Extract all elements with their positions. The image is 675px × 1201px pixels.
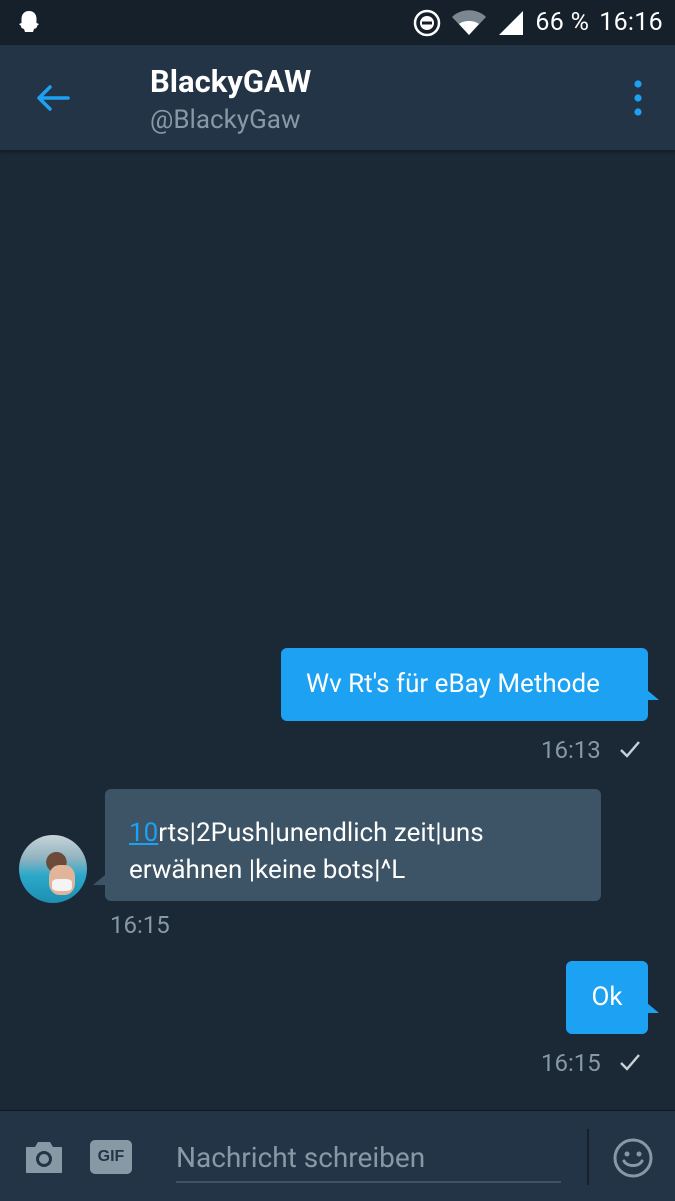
status-clock: 16:16 xyxy=(599,8,663,37)
message-text: Ok xyxy=(591,982,623,1012)
bubble-tail xyxy=(647,690,659,700)
outgoing-message[interactable]: Ok xyxy=(566,961,648,1034)
message-text: rts|2Push|unendlich zeit|uns erwähnen |k… xyxy=(129,818,484,885)
bubble-tail xyxy=(93,875,105,885)
message-timestamp: 16:15 xyxy=(110,911,170,939)
read-check-icon xyxy=(620,741,640,758)
emoji-icon[interactable] xyxy=(612,1137,654,1179)
do-not-disturb-icon xyxy=(414,9,441,36)
snapchat-icon xyxy=(19,11,39,32)
camera-icon[interactable] xyxy=(22,1137,66,1177)
message-composer: GIF xyxy=(0,1110,675,1201)
back-arrow-icon[interactable] xyxy=(28,73,78,123)
read-check-icon xyxy=(620,1054,640,1071)
message-timestamp: 16:15 xyxy=(541,1049,601,1077)
composer-divider xyxy=(587,1129,589,1185)
more-options-icon[interactable] xyxy=(623,75,653,121)
contact-avatar[interactable] xyxy=(19,835,87,903)
message-text: Wv Rt's für eBay Methode xyxy=(306,669,600,699)
battery-level: 66 % xyxy=(535,8,590,37)
conversation-header: BlackyGAW @BlackyGaw xyxy=(0,45,675,150)
cell-signal-icon xyxy=(499,10,524,35)
message-timestamp: 16:13 xyxy=(541,736,601,764)
status-bar: 66 % 16:16 xyxy=(0,0,675,45)
contact-name[interactable]: BlackyGAW xyxy=(150,63,311,100)
message-link[interactable]: 10 xyxy=(129,818,158,848)
bubble-tail xyxy=(647,1003,659,1013)
outgoing-message[interactable]: Wv Rt's für eBay Methode xyxy=(281,648,648,721)
wifi-icon xyxy=(452,9,487,35)
contact-handle: @BlackyGaw xyxy=(150,105,301,135)
incoming-message[interactable]: 10rts|2Push|unendlich zeit|uns erwähnen … xyxy=(105,789,601,901)
gif-button[interactable]: GIF xyxy=(90,1140,132,1174)
message-input[interactable] xyxy=(176,1133,561,1183)
